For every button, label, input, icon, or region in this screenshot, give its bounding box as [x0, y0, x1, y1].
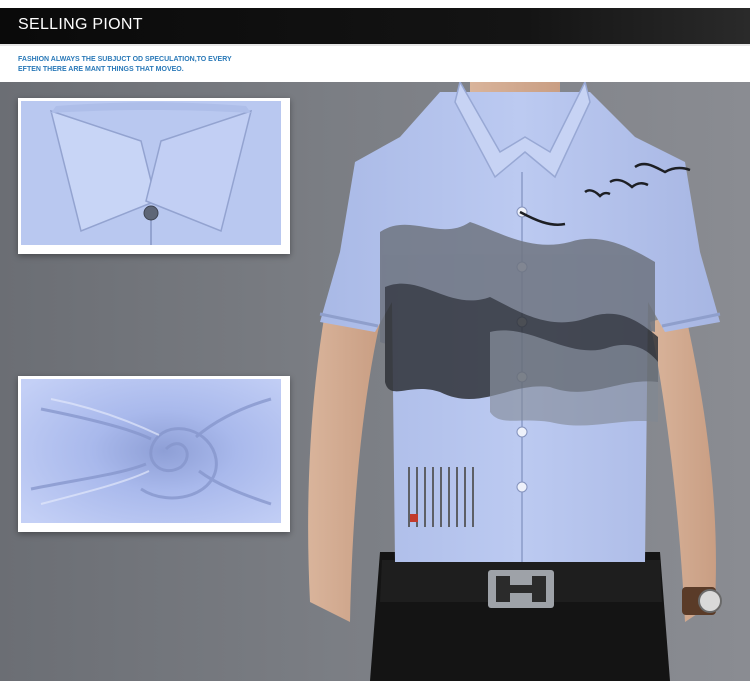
- belt-buckle: [488, 570, 554, 608]
- collar-detail-image: [18, 98, 290, 254]
- section-title: SELLING PIONT: [18, 16, 143, 33]
- title-banner: SELLING PIONT: [0, 8, 750, 44]
- header-bar: SELLING PIONT: [0, 0, 750, 46]
- collar-button: [143, 205, 159, 221]
- tagline-line-2: EFTEN THERE ARE MANT THINGS THAT MOVEO.: [18, 66, 184, 73]
- tagline: FASHION ALWAYS THE SUBJUCT OD SPECULATIO…: [18, 55, 338, 75]
- model-photo: [308, 82, 722, 681]
- watch-face: [698, 589, 722, 613]
- model-left-arm: [308, 312, 380, 622]
- tagline-line-1: FASHION ALWAYS THE SUBJUCT OD SPECULATIO…: [18, 56, 232, 63]
- fabric-detail-image: [18, 376, 290, 532]
- calligraphy-print: [408, 467, 474, 527]
